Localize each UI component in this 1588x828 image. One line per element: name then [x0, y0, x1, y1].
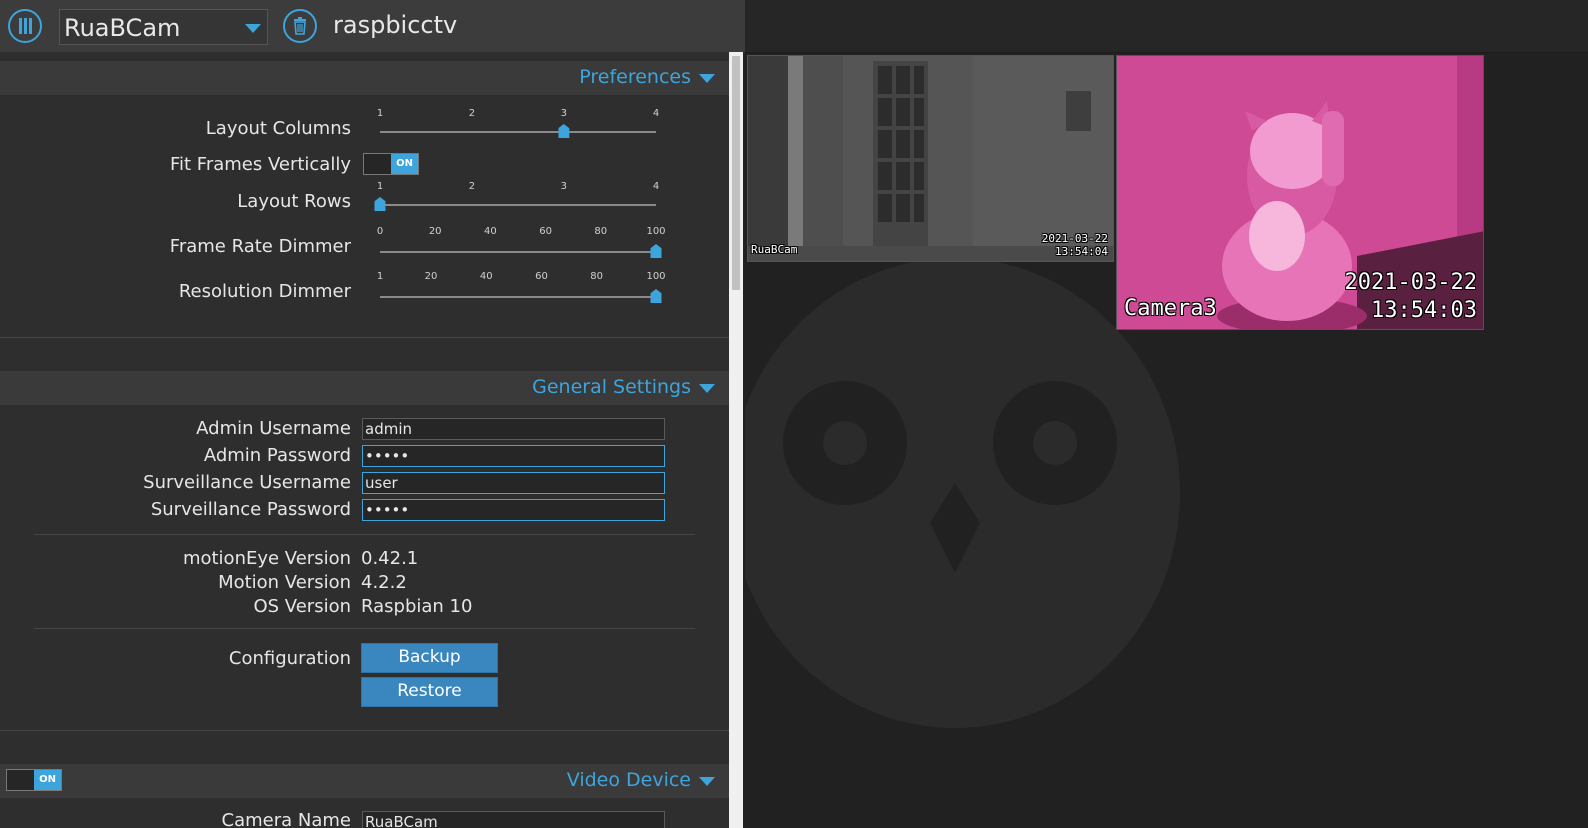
- trash-icon: [294, 17, 306, 35]
- restore-button[interactable]: Restore: [361, 677, 498, 707]
- admin-password-label: Admin Password: [203, 445, 351, 466]
- resolution-dimmer-label: Resolution Dimmer: [178, 281, 351, 302]
- slider-tick: 100: [646, 271, 666, 282]
- chevron-down-icon: [699, 777, 715, 786]
- chevron-down-icon: [245, 24, 261, 33]
- toggle-state: ON: [391, 154, 418, 174]
- admin-password-field[interactable]: •••••: [362, 445, 665, 467]
- os-version-label: OS Version: [253, 596, 351, 617]
- admin-username-label: Admin Username: [196, 418, 351, 439]
- chevron-down-icon: [699, 74, 715, 83]
- slider-tick: 80: [590, 271, 604, 282]
- slider-track: [380, 131, 656, 133]
- camera-time-overlay: 13:54:04: [1055, 245, 1108, 258]
- resolution-dimmer-slider[interactable]: 1 20 40 60 80 100: [376, 271, 666, 305]
- top-bar: RuaBCam raspbicctv: [0, 0, 745, 53]
- menu-columns-icon: [19, 18, 32, 34]
- settings-scrollbar[interactable]: [729, 52, 743, 828]
- slider-tick: 20: [428, 226, 442, 237]
- layout-columns-slider[interactable]: 1 2 3 4: [376, 108, 660, 138]
- camera-date-overlay: 2021-03-22: [1344, 270, 1477, 295]
- camera-name-overlay: RuaBCam: [751, 243, 798, 256]
- slider-track: [380, 296, 656, 298]
- slider-tick: 1: [376, 271, 384, 282]
- video-device-toggle[interactable]: ON: [6, 769, 62, 791]
- settings-toggle-button[interactable]: [8, 9, 42, 43]
- camera-name-overlay: Camera3: [1124, 296, 1217, 321]
- slider-tick: 4: [652, 108, 660, 119]
- divider: [0, 730, 729, 731]
- hostname: raspbicctv: [333, 11, 458, 39]
- camera-name-label: Camera Name: [221, 810, 351, 828]
- motion-version-label: Motion Version: [218, 572, 351, 593]
- motion-version-value: 4.2.2: [361, 572, 407, 593]
- slider-handle[interactable]: [558, 124, 570, 138]
- motioneye-version-label: motionEye Version: [182, 548, 351, 569]
- slider-tick: 80: [594, 226, 608, 237]
- slider-tick: 60: [535, 271, 548, 282]
- chevron-down-icon: [699, 384, 715, 393]
- camera-time-overlay: 13:54:03: [1371, 298, 1477, 323]
- slider-tick: 2: [468, 108, 476, 119]
- slider-tick: 2: [468, 181, 476, 192]
- remove-camera-button[interactable]: [283, 9, 317, 43]
- slider-tick: 40: [484, 226, 497, 237]
- slider-tick: 0: [376, 226, 384, 237]
- slider-track: [380, 204, 656, 206]
- motioneye-version-value: 0.42.1: [361, 548, 419, 569]
- slider-tick: 3: [560, 108, 567, 119]
- frame-rate-dimmer-label: Frame Rate Dimmer: [169, 236, 351, 257]
- slider-tick: 40: [479, 271, 493, 282]
- fit-frames-vertically-label: Fit Frames Vertically: [169, 154, 351, 175]
- slider-tick: 60: [539, 226, 552, 237]
- slider-handle[interactable]: [650, 244, 662, 258]
- general-settings-header[interactable]: General Settings: [0, 371, 729, 405]
- layout-rows-label: Layout Rows: [237, 191, 351, 212]
- toggle-state: ON: [34, 770, 61, 790]
- surveillance-username-field[interactable]: user: [362, 472, 665, 494]
- settings-panel: Preferences Layout Columns 1 2 3 4 Fit F…: [0, 52, 729, 828]
- top-bar-right: [745, 0, 1588, 53]
- divider: [34, 628, 695, 629]
- slider-tick: 100: [646, 226, 666, 237]
- slider-tick: 1: [376, 108, 384, 119]
- os-version-value: Raspbian 10: [361, 596, 473, 617]
- admin-username-field[interactable]: admin: [362, 418, 665, 440]
- camera-select[interactable]: RuaBCam: [59, 9, 268, 45]
- camera-date-overlay: 2021-03-22: [1041, 232, 1108, 245]
- slider-tick: 4: [652, 181, 660, 192]
- section-title: General Settings: [532, 376, 691, 398]
- layout-columns-label: Layout Columns: [205, 118, 351, 139]
- section-title: Video Device: [566, 769, 691, 791]
- preferences-header[interactable]: Preferences: [0, 61, 729, 95]
- camera-grid: RuaBCam 2021-03-22 13:54:04 Camera3 2021…: [745, 53, 1588, 828]
- backup-button[interactable]: Backup: [361, 643, 498, 673]
- camera-frame[interactable]: RuaBCam 2021-03-22 13:54:04: [747, 55, 1114, 262]
- surveillance-username-label: Surveillance Username: [143, 472, 351, 493]
- configuration-label: Configuration: [228, 648, 351, 669]
- surveillance-password-label: Surveillance Password: [150, 499, 351, 520]
- fit-frames-vertically-toggle[interactable]: ON: [363, 153, 419, 175]
- camera-select-value: RuaBCam: [64, 14, 181, 42]
- slider-tick: 1: [376, 181, 384, 192]
- frame-rate-dimmer-slider[interactable]: 0 20 40 60 80 100: [376, 226, 666, 260]
- divider: [0, 337, 729, 338]
- slider-track: [380, 251, 656, 253]
- camera-frame[interactable]: Camera3 2021-03-22 13:54:03: [1116, 55, 1484, 330]
- camera-name-field[interactable]: RuaBCam: [362, 811, 665, 828]
- slider-tick: 20: [424, 271, 438, 282]
- scrollbar-thumb[interactable]: [732, 56, 740, 290]
- video-device-header[interactable]: ON Video Device: [0, 764, 729, 798]
- slider-handle[interactable]: [650, 289, 662, 303]
- slider-tick: 3: [560, 181, 567, 192]
- divider: [34, 534, 695, 535]
- section-title: Preferences: [579, 66, 691, 88]
- surveillance-password-field[interactable]: •••••: [362, 499, 665, 521]
- slider-handle[interactable]: [374, 197, 386, 211]
- layout-rows-slider[interactable]: 1 2 3 4: [374, 181, 660, 211]
